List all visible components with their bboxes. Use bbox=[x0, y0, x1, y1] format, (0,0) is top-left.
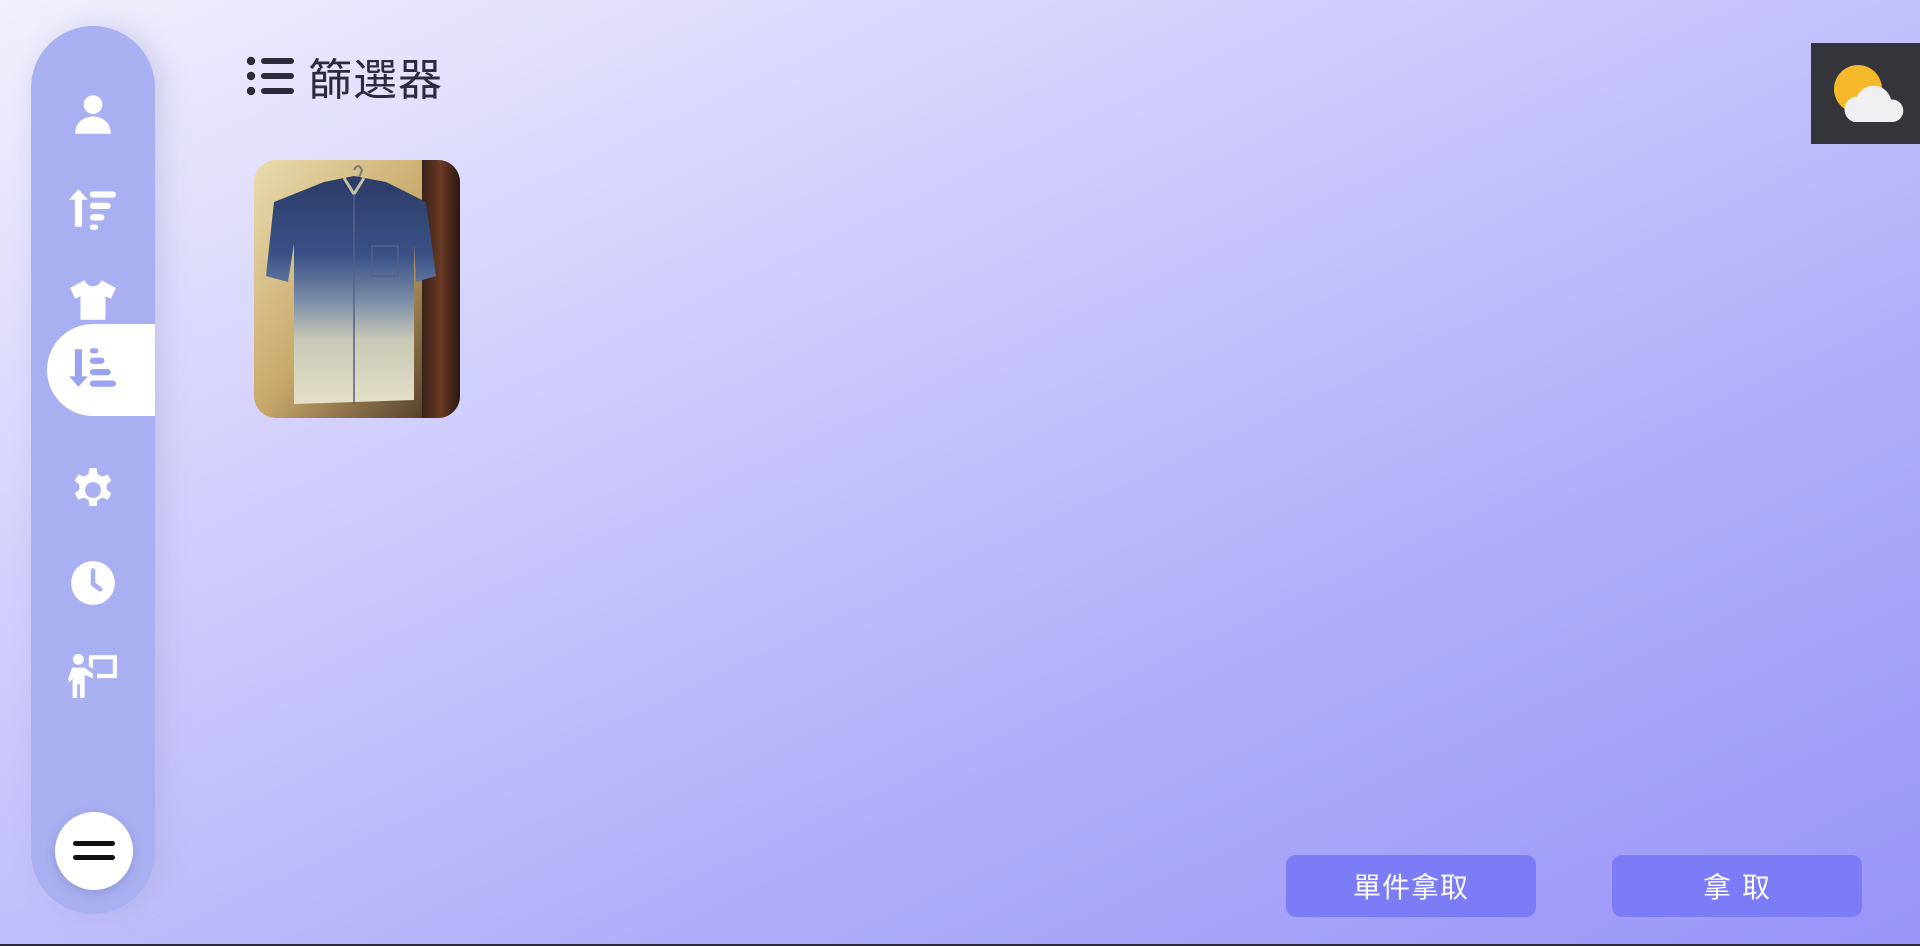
presenter-board-icon bbox=[68, 653, 117, 698]
clothing-card[interactable] bbox=[254, 160, 460, 418]
sidebar bbox=[31, 26, 155, 914]
sidebar-item-presenter[interactable] bbox=[31, 630, 155, 722]
weather-widget[interactable] bbox=[1811, 43, 1920, 144]
clock-icon bbox=[71, 561, 115, 605]
page-header: 篩選器 bbox=[246, 46, 443, 106]
partly-cloudy-icon bbox=[1833, 64, 1903, 122]
gear-icon bbox=[74, 468, 112, 507]
page-title: 篩選器 bbox=[308, 55, 443, 106]
tshirt-icon bbox=[70, 280, 116, 320]
sidebar-item-sort-descending[interactable] bbox=[47, 324, 155, 416]
sort-descending-icon bbox=[69, 348, 116, 387]
user-icon bbox=[75, 95, 111, 134]
sidebar-item-profile[interactable] bbox=[31, 68, 155, 160]
sidebar-item-settings[interactable] bbox=[31, 444, 155, 536]
sidebar-item-history[interactable] bbox=[31, 537, 155, 629]
sort-ascending-icon bbox=[69, 189, 116, 230]
single-take-button[interactable]: 單件拿取 bbox=[1286, 855, 1536, 917]
hamburger-icon bbox=[73, 841, 115, 860]
active-icon-wrap bbox=[68, 343, 118, 397]
shirt-photo bbox=[254, 160, 460, 418]
list-icon[interactable] bbox=[246, 54, 294, 98]
take-button[interactable]: 拿 取 bbox=[1612, 855, 1862, 917]
sidebar-item-sort-ascending[interactable] bbox=[31, 162, 155, 254]
menu-button[interactable] bbox=[55, 812, 133, 890]
